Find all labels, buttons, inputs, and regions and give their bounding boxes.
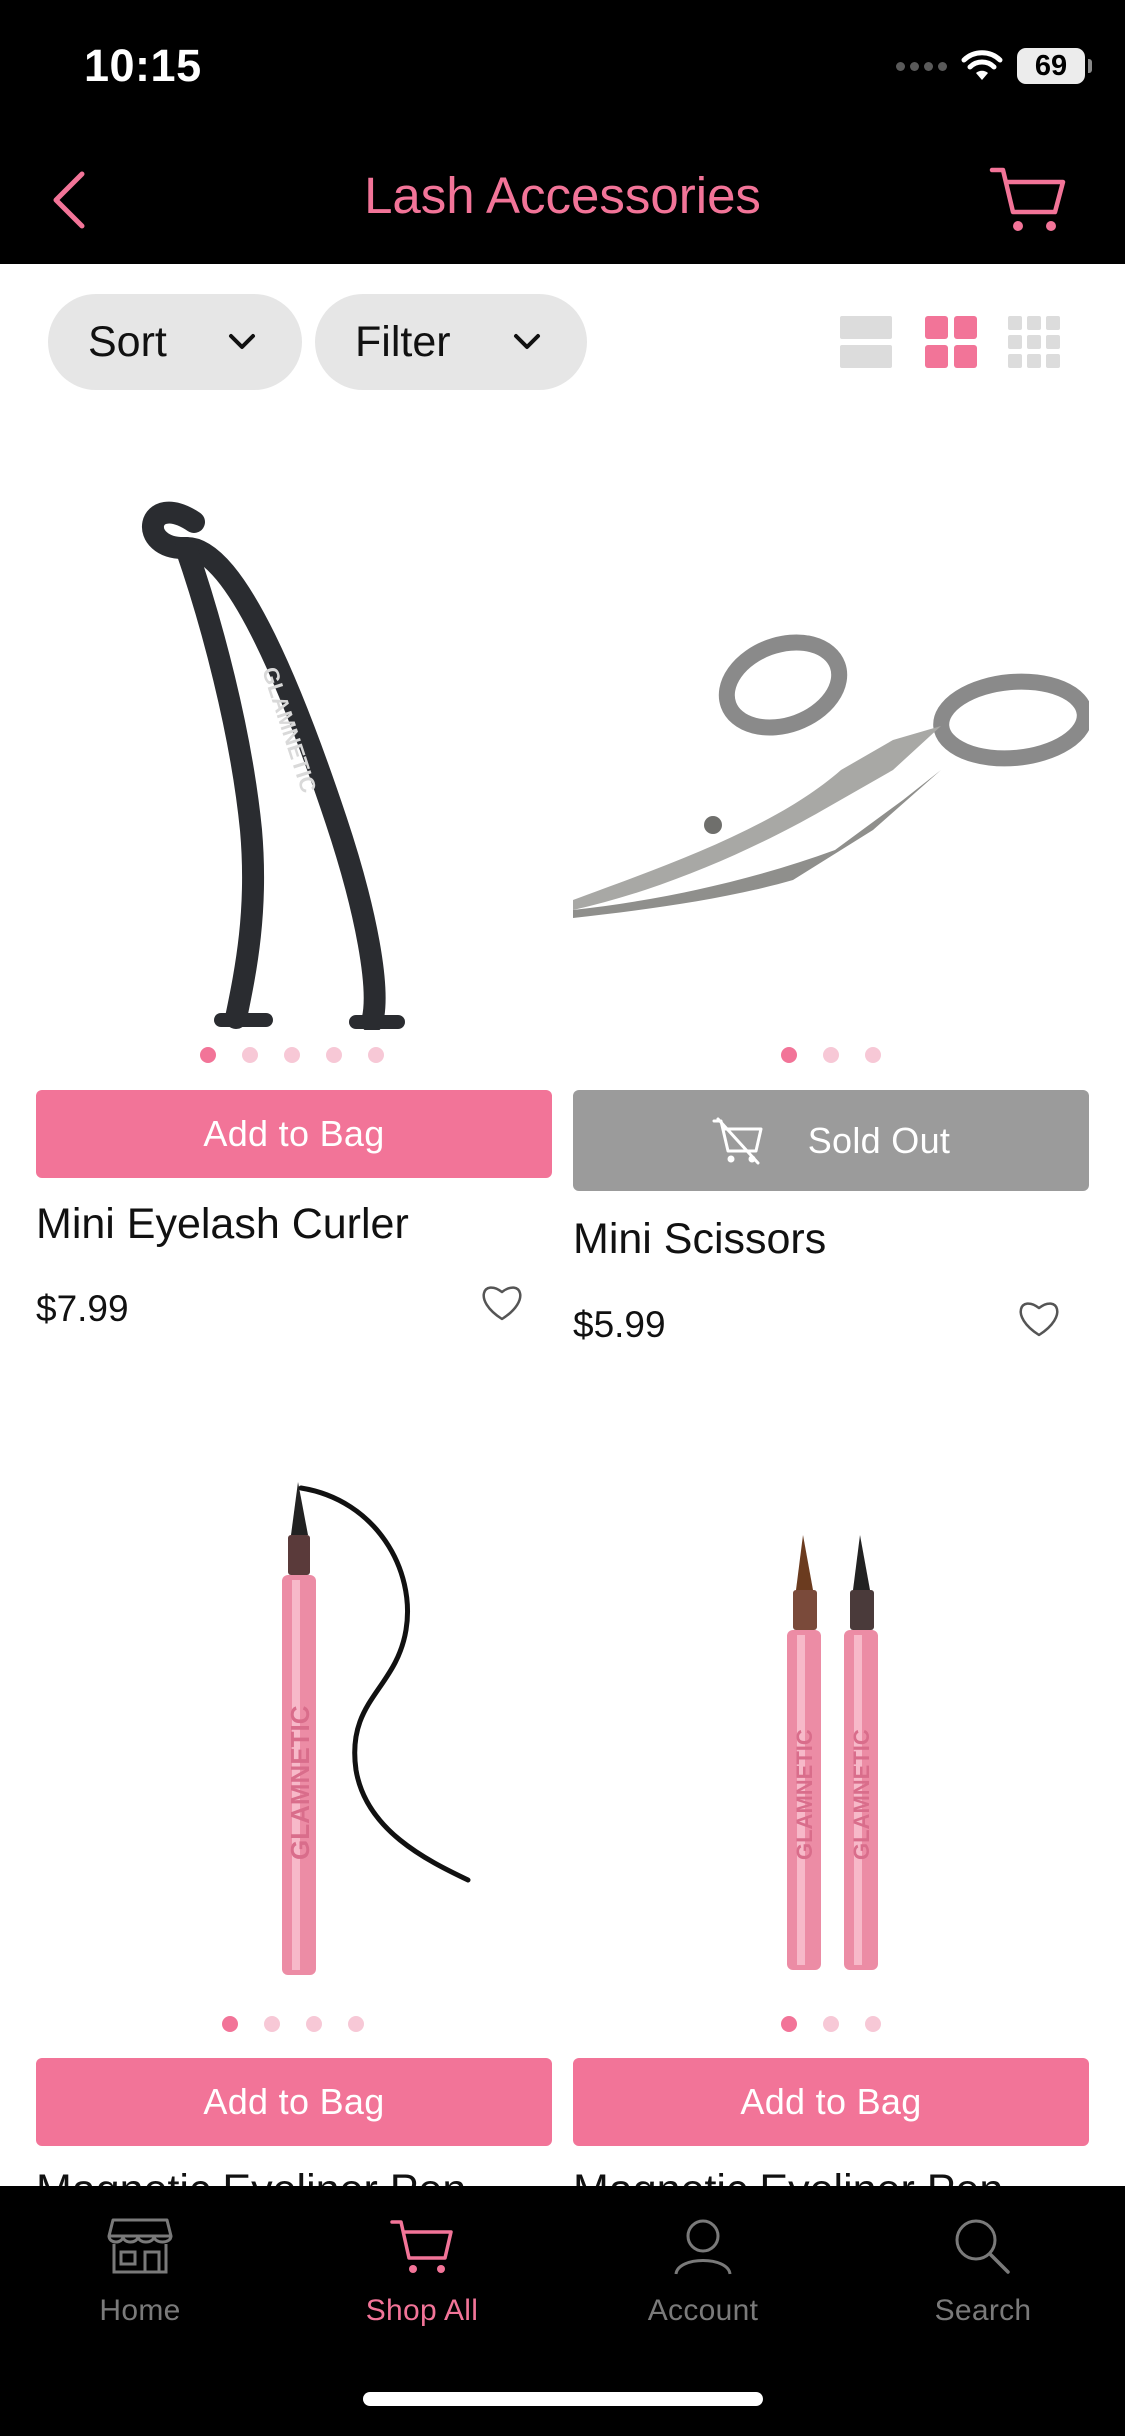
- filter-dropdown[interactable]: Filter: [315, 294, 587, 390]
- user-icon: [674, 2219, 732, 2275]
- tab-home-label: Home: [99, 2294, 181, 2327]
- filter-label: Filter: [355, 317, 451, 366]
- chevron-down-icon: [229, 334, 255, 349]
- tab-shop-all-label: Shop All: [365, 2294, 479, 2327]
- store-icon: [107, 2218, 173, 2274]
- image-pagination-dots[interactable]: [781, 1047, 881, 1063]
- cart-disabled-icon: [712, 1117, 763, 1164]
- wifi-icon: [961, 50, 1003, 80]
- product-image-eyeliner-pens-pair[interactable]: GLAMNETIC GLAMNETIC: [573, 1440, 1089, 2000]
- add-to-bag-button[interactable]: Add to Bag: [573, 2058, 1089, 2146]
- battery-icon: 69: [1017, 48, 1092, 84]
- product-price: $7.99: [36, 1288, 129, 1329]
- list-view-icon[interactable]: [840, 316, 892, 368]
- favorite-heart-icon[interactable]: [1017, 1298, 1061, 1338]
- product-image-eyeliner-pen[interactable]: GLAMNETIC: [36, 1440, 552, 2000]
- svg-text:GLAMNETIC: GLAMNETIC: [285, 1705, 315, 1860]
- product-name[interactable]: Mini Scissors: [573, 1215, 826, 1264]
- grid-view-icon[interactable]: [925, 316, 977, 368]
- svg-text:GLAMNETIC: GLAMNETIC: [849, 1729, 874, 1860]
- tab-search[interactable]: Search: [883, 2216, 1083, 2328]
- cart-icon: [390, 2220, 453, 2273]
- sold-out-label: Sold Out: [807, 1119, 951, 1161]
- product-image-mini-scissors[interactable]: [573, 470, 1089, 1030]
- cart-button[interactable]: [989, 162, 1067, 234]
- top-bar: 10:15 69 Lash Accessories: [0, 0, 1125, 264]
- tab-account-label: Account: [647, 2294, 759, 2327]
- chevron-down-icon: [514, 334, 540, 349]
- tab-home[interactable]: Home: [40, 2216, 240, 2328]
- tab-account[interactable]: Account: [603, 2216, 803, 2328]
- image-pagination-dots[interactable]: [200, 1047, 384, 1063]
- svg-text:GLAMNETIC: GLAMNETIC: [792, 1729, 817, 1860]
- product-image-eyelash-curler[interactable]: GLAMNETIC: [36, 470, 552, 1030]
- search-icon: [955, 2219, 1010, 2274]
- status-indicators: 69: [896, 48, 1092, 84]
- sort-label: Sort: [88, 317, 167, 366]
- tab-shop-all[interactable]: Shop All: [322, 2216, 522, 2328]
- status-time: 10:15: [84, 40, 202, 91]
- image-pagination-dots[interactable]: [781, 2016, 881, 2032]
- product-card[interactable]: GLAMNETIC Add to Bag Mini Eyelash Curler…: [36, 470, 552, 1350]
- product-name[interactable]: Mini Eyelash Curler: [36, 1200, 409, 1249]
- product-price: $5.99: [573, 1304, 666, 1345]
- favorite-heart-icon[interactable]: [480, 1282, 524, 1322]
- product-card[interactable]: GLAMNETIC Add to Bag: [36, 1440, 552, 2180]
- sort-dropdown[interactable]: Sort: [48, 294, 302, 390]
- page-title: Lash Accessories: [364, 167, 761, 224]
- cellular-signal-icon: [896, 61, 947, 71]
- image-pagination-dots[interactable]: [222, 2016, 364, 2032]
- home-indicator: [363, 2392, 763, 2406]
- add-to-bag-button[interactable]: Add to Bag: [36, 2058, 552, 2146]
- tab-search-label: Search: [934, 2294, 1032, 2327]
- product-card[interactable]: GLAMNETIC GLAMNETIC Add to Bag: [573, 1440, 1089, 2180]
- compact-grid-view-icon[interactable]: [1008, 316, 1060, 368]
- sold-out-button: Sold Out: [573, 1090, 1089, 1191]
- add-to-bag-button[interactable]: Add to Bag: [36, 1090, 552, 1178]
- product-card[interactable]: Sold Out Mini Scissors $5.99: [573, 470, 1089, 1370]
